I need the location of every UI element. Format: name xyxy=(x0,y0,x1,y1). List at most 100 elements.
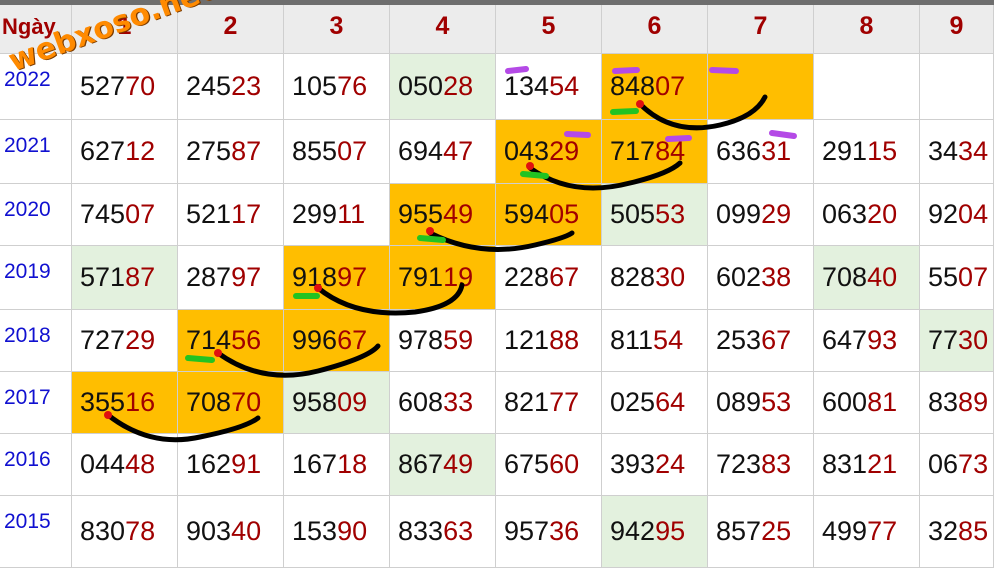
result-cell: 675 60 xyxy=(496,434,602,496)
result-cell: 55 07 xyxy=(920,246,994,310)
column-header-8: 8 xyxy=(814,0,920,54)
digits-head: 393 xyxy=(610,449,656,479)
digits-tail: 28 xyxy=(443,71,474,101)
year-cell: 2021 xyxy=(0,120,72,184)
digits-head: 134 xyxy=(504,71,550,101)
digits-tail: 70 xyxy=(125,71,156,101)
digits-head: 811 xyxy=(610,325,654,355)
digits-head: 833 xyxy=(398,516,444,546)
digits-head: 089 xyxy=(716,387,762,417)
digits-tail: 90 xyxy=(337,516,368,546)
result-cell: 089 53 xyxy=(708,372,814,434)
digits-tail: 29 xyxy=(761,199,792,229)
digits-tail: 59 xyxy=(443,325,474,355)
digits-tail: 48 xyxy=(125,449,156,479)
top-divider xyxy=(0,0,994,5)
result-cell: 608 33 xyxy=(390,372,496,434)
digits-tail: 67 xyxy=(549,262,580,292)
digits-head: 717 xyxy=(610,136,656,166)
result-cell: 647 93 xyxy=(814,310,920,372)
digits-head: 602 xyxy=(716,262,762,292)
digits-tail: 34 xyxy=(958,136,989,166)
result-cell: 527 70 xyxy=(72,54,178,120)
year-cell: 2015 xyxy=(0,496,72,568)
digits-tail: 67 xyxy=(761,325,792,355)
digits-head: 121 xyxy=(504,325,550,355)
column-header-9: 9 xyxy=(920,0,994,54)
digits-head: 505 xyxy=(610,199,656,229)
digits-tail: 56 xyxy=(231,325,262,355)
result-cell xyxy=(814,54,920,120)
result-cell: 06 73 xyxy=(920,434,994,496)
digits-head: 714 xyxy=(186,325,232,355)
digits-tail: 36 xyxy=(549,516,580,546)
digits-head: 857 xyxy=(716,516,762,546)
digits-tail: 77 xyxy=(867,516,898,546)
digits-tail: 23 xyxy=(231,71,262,101)
result-cell: 958 09 xyxy=(284,372,390,434)
digits-tail: 05 xyxy=(549,199,580,229)
digits-tail: 83 xyxy=(761,449,792,479)
result-cell: 043 29 xyxy=(496,120,602,184)
digits-head: 06 xyxy=(928,449,959,479)
digits-head: 253 xyxy=(716,325,762,355)
digits-tail: 40 xyxy=(867,262,898,292)
digits-tail: 29 xyxy=(549,136,580,166)
digits-head: 723 xyxy=(716,449,762,479)
column-header-7: 7 xyxy=(708,0,814,54)
result-cell: 830 78 xyxy=(72,496,178,568)
digits-tail: 70 xyxy=(231,387,262,417)
result-cell: 996 67 xyxy=(284,310,390,372)
digits-head: 291 xyxy=(822,136,868,166)
result-cell: 025 64 xyxy=(602,372,708,434)
digits-head: 848 xyxy=(610,71,656,101)
year-cell: 2018 xyxy=(0,310,72,372)
digits-head: 92 xyxy=(928,199,959,229)
digits-head: 162 xyxy=(186,449,232,479)
digits-tail: 64 xyxy=(655,387,686,417)
digits-head: 527 xyxy=(80,71,126,101)
digits-head: 228 xyxy=(504,262,550,292)
column-header-3: 3 xyxy=(284,0,390,54)
results-table: Ngày 1 2 3 4 5 6 7 8 9 2022 527 70 245 23 105 76 050 28 134… xyxy=(0,0,994,568)
digits-head: 867 xyxy=(398,449,444,479)
digits-head: 287 xyxy=(186,262,232,292)
year-cell: 2019 xyxy=(0,246,72,310)
result-cell: 499 77 xyxy=(814,496,920,568)
result-cell: 636 31 xyxy=(708,120,814,184)
result-cell: 978 59 xyxy=(390,310,496,372)
digits-tail: 95 xyxy=(655,516,686,546)
digits-head: 050 xyxy=(398,71,444,101)
digits-tail: 09 xyxy=(337,387,368,417)
digits-tail: 40 xyxy=(231,516,262,546)
digits-tail: 11 xyxy=(337,199,366,229)
result-cell: 714 56 xyxy=(178,310,284,372)
digits-tail: 53 xyxy=(655,199,686,229)
column-header-2: 2 xyxy=(178,0,284,54)
digits-tail: 07 xyxy=(125,199,156,229)
header-corner: Ngày xyxy=(0,0,72,54)
digits-head: 063 xyxy=(822,199,868,229)
digits-head: 996 xyxy=(292,325,338,355)
result-cell: 287 97 xyxy=(178,246,284,310)
year-cell: 2022 xyxy=(0,54,72,120)
digits-head: 245 xyxy=(186,71,232,101)
digits-tail: 04 xyxy=(958,199,989,229)
digits-tail: 76 xyxy=(337,71,368,101)
result-cell: 167 18 xyxy=(284,434,390,496)
digits-tail: 53 xyxy=(761,387,792,417)
digits-tail: 63 xyxy=(443,516,474,546)
result-cell: 600 81 xyxy=(814,372,920,434)
digits-tail: 91 xyxy=(231,449,262,479)
digits-head: 044 xyxy=(80,449,126,479)
digits-head: 708 xyxy=(822,262,868,292)
digits-head: 942 xyxy=(610,516,656,546)
digits-head: 34 xyxy=(928,136,959,166)
digits-head: 355 xyxy=(80,387,126,417)
result-cell: 228 67 xyxy=(496,246,602,310)
result-cell: 855 07 xyxy=(284,120,390,184)
column-header-5: 5 xyxy=(496,0,602,54)
year-cell: 2020 xyxy=(0,184,72,246)
digits-tail: 47 xyxy=(443,136,474,166)
result-cell: 918 97 xyxy=(284,246,390,310)
